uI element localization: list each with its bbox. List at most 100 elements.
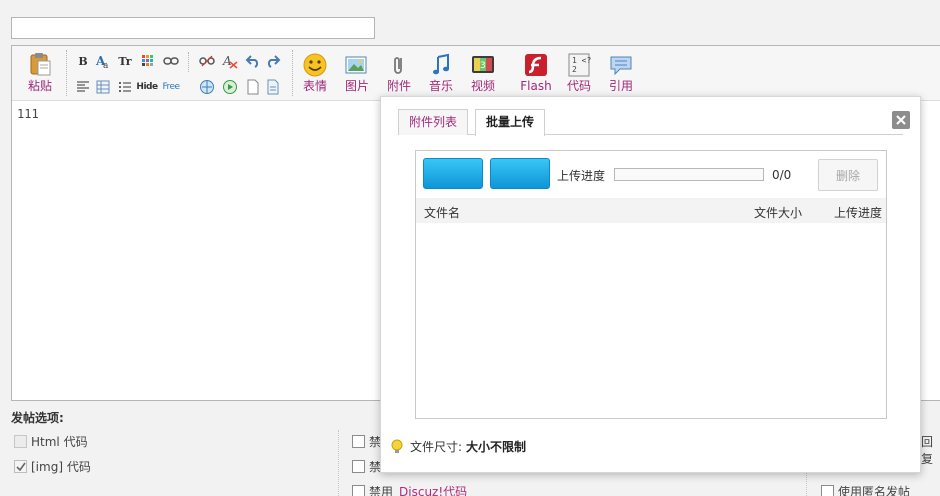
attachment-label: 附件 bbox=[386, 79, 411, 93]
media-small-button[interactable] bbox=[221, 78, 239, 96]
reply-option-label: 回复 bbox=[921, 435, 934, 466]
table-icon bbox=[96, 80, 110, 94]
img-code-option[interactable]: [img] 代码 bbox=[14, 458, 91, 475]
tab-batch-upload[interactable]: 批量上传 bbox=[475, 109, 546, 136]
svg-text:a: a bbox=[103, 61, 109, 69]
video-icon: 3 bbox=[472, 56, 494, 73]
delete-button[interactable]: 删除 bbox=[818, 159, 878, 191]
emoji-label: 表情 bbox=[302, 79, 327, 93]
play-icon bbox=[223, 80, 237, 94]
html-code-option[interactable]: Html 代码 bbox=[14, 433, 88, 450]
doc-small-button[interactable] bbox=[264, 78, 282, 96]
dialog-close-button[interactable] bbox=[892, 111, 910, 129]
disable-discuz-prefix: 禁用 bbox=[369, 485, 394, 496]
clear-format-icon: A bbox=[222, 54, 238, 69]
music-note-icon bbox=[433, 53, 449, 75]
editor-content[interactable]: 111 bbox=[17, 107, 39, 121]
font-size-button[interactable]: Tr bbox=[116, 52, 134, 70]
img-code-checkbox[interactable] bbox=[14, 460, 27, 473]
undo-button[interactable] bbox=[244, 52, 262, 70]
redo-button[interactable] bbox=[264, 52, 282, 70]
redo-icon bbox=[267, 55, 281, 68]
color-button[interactable] bbox=[139, 52, 157, 70]
page-small-button[interactable] bbox=[244, 78, 262, 96]
disable-option-2[interactable]: 禁 bbox=[352, 458, 381, 475]
code-label: 代码 bbox=[566, 79, 591, 93]
upload-progress-label: 上传进度 bbox=[557, 169, 606, 183]
svg-text:A: A bbox=[222, 54, 232, 68]
tab-attachment-list[interactable]: 附件列表 bbox=[398, 109, 469, 135]
post-title-input[interactable] bbox=[11, 17, 375, 39]
html-code-checkbox[interactable] bbox=[14, 435, 27, 448]
check-icon bbox=[15, 462, 26, 471]
code-button[interactable]: 1 <? 2 代码 bbox=[559, 52, 599, 98]
font-size-label: Tr bbox=[118, 54, 132, 68]
file-size-label: 文件尺寸: bbox=[410, 440, 463, 454]
quote-button[interactable]: 引用 bbox=[601, 52, 641, 98]
undo-icon bbox=[245, 55, 259, 68]
disable-discuz-checkbox[interactable] bbox=[352, 485, 365, 496]
flash-label: Flash bbox=[520, 79, 552, 93]
image-globe-icon bbox=[200, 80, 214, 94]
document-icon bbox=[267, 79, 279, 95]
discuz-code-label: Discuz!代码 bbox=[399, 485, 468, 496]
image-button[interactable]: 图片 bbox=[337, 52, 377, 98]
attachment-button[interactable]: 附件 bbox=[379, 52, 419, 98]
music-button[interactable]: 音乐 bbox=[421, 52, 461, 98]
code-icon: 1 <?2 bbox=[568, 53, 591, 77]
unlink-button[interactable] bbox=[198, 52, 216, 70]
disable-option-1[interactable]: 禁 bbox=[352, 433, 381, 450]
upload-progress-bar bbox=[614, 168, 764, 181]
color-grid-icon bbox=[142, 55, 153, 66]
start-upload-button[interactable] bbox=[490, 158, 550, 189]
file-size-value: 大小不限制 bbox=[466, 440, 527, 454]
file-table-header: 文件名 文件大小 上传进度 bbox=[416, 198, 886, 223]
svg-text:1 <?: 1 <? bbox=[572, 56, 591, 65]
post-options-title: 发帖选项: bbox=[11, 411, 64, 425]
align-left-icon bbox=[77, 81, 89, 92]
upload-panel: 上传进度 0/0 删除 文件名 文件大小 上传进度 bbox=[415, 150, 887, 419]
bold-label: B bbox=[78, 54, 88, 68]
speech-bubble-icon bbox=[610, 56, 632, 76]
img-code-label: [img] 代码 bbox=[31, 460, 91, 474]
bold-button[interactable]: B bbox=[74, 52, 92, 70]
hide-label: Hide bbox=[136, 82, 158, 92]
hide-button[interactable]: Hide bbox=[136, 78, 158, 96]
smiley-icon bbox=[303, 53, 327, 77]
flash-button[interactable]: Flash bbox=[513, 52, 559, 98]
column-filename: 文件名 bbox=[424, 206, 461, 220]
anonymous-checkbox[interactable] bbox=[821, 485, 834, 496]
link-icon bbox=[163, 57, 179, 65]
clear-format-button[interactable]: A bbox=[221, 52, 239, 70]
html-code-label: Html 代码 bbox=[31, 435, 88, 449]
disable-checkbox-1[interactable] bbox=[352, 435, 365, 448]
image-label: 图片 bbox=[344, 79, 369, 93]
clipboard-icon bbox=[30, 53, 51, 76]
disable-discuz-code-option[interactable]: 禁用 Discuz!代码 bbox=[352, 483, 467, 496]
disable-checkbox-2[interactable] bbox=[352, 460, 365, 473]
font-icon: Aa bbox=[95, 54, 109, 69]
insert-image-small-button[interactable] bbox=[198, 78, 216, 96]
list-button[interactable] bbox=[116, 78, 134, 96]
select-files-button[interactable] bbox=[423, 158, 483, 189]
music-label: 音乐 bbox=[428, 79, 453, 93]
table-button[interactable] bbox=[94, 78, 112, 96]
font-button[interactable]: Aa bbox=[94, 52, 112, 70]
align-left-button[interactable] bbox=[74, 78, 92, 96]
anonymous-label: 使用匿名发帖 bbox=[838, 485, 911, 496]
svg-text:2: 2 bbox=[572, 65, 577, 74]
list-icon bbox=[119, 82, 131, 92]
link-button[interactable] bbox=[162, 52, 180, 70]
video-button[interactable]: 3 视频 bbox=[463, 52, 503, 98]
paste-button[interactable]: 粘贴 bbox=[20, 52, 60, 98]
column-progress: 上传进度 bbox=[834, 206, 883, 220]
free-button[interactable]: Free bbox=[160, 78, 182, 96]
emoji-button[interactable]: 表情 bbox=[295, 52, 335, 98]
picture-icon bbox=[345, 56, 367, 74]
attachment-dialog: 附件列表 批量上传 上传进度 0/0 删除 文件名 文件大小 上传进度 文件尺寸… bbox=[380, 96, 921, 473]
flash-icon bbox=[525, 54, 547, 76]
unlink-icon bbox=[199, 55, 215, 67]
paperclip-icon bbox=[394, 57, 402, 74]
anonymous-option[interactable]: 使用匿名发帖 bbox=[821, 483, 910, 496]
file-size-note: 文件尺寸: 大小不限制 bbox=[390, 438, 526, 455]
